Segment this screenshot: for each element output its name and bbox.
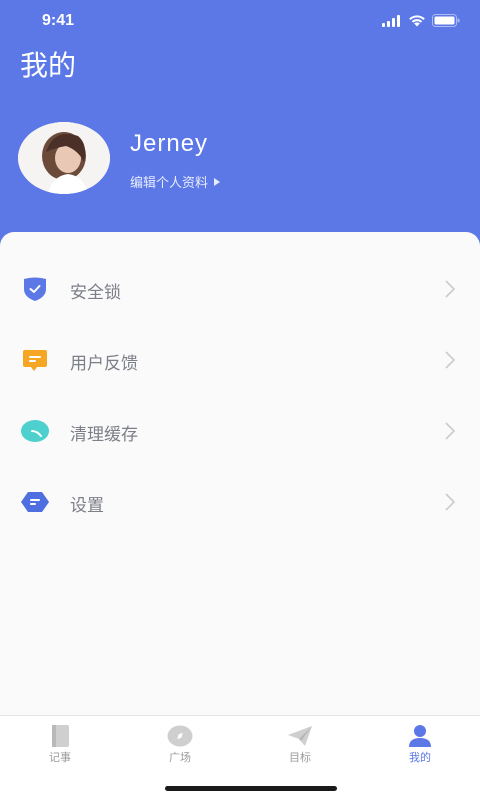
avatar[interactable] — [18, 122, 110, 194]
avatar-photo — [18, 122, 110, 194]
feedback-message-icon — [23, 350, 47, 371]
menu-item-feedback[interactable]: 用户反馈 — [0, 330, 480, 390]
clean-cache-icon — [21, 420, 49, 442]
settings-hexagon-icon — [21, 492, 49, 512]
signal-icon — [382, 14, 400, 27]
menu-item-settings[interactable]: 设置 — [0, 472, 480, 532]
profile-name: Jerney — [130, 130, 209, 157]
home-indicator — [165, 786, 337, 791]
menu-item-label: 用户反馈 — [70, 354, 138, 374]
shield-check-icon — [24, 277, 46, 301]
edit-profile-link[interactable]: 编辑个人资料 — [130, 172, 221, 191]
chevron-right-icon — [445, 493, 456, 511]
status-icons — [382, 14, 460, 27]
menu-item-label: 安全锁 — [70, 283, 121, 303]
menu-item-security-lock[interactable]: 安全锁 — [0, 259, 480, 319]
chevron-right-icon — [445, 422, 456, 440]
page-title: 我的 — [20, 49, 77, 82]
tab-goals[interactable]: 目标 — [240, 716, 360, 778]
menu-card: 安全锁 用户反馈 清理缓存 设置 — [0, 232, 480, 715]
tab-plaza[interactable]: 广场 — [120, 716, 240, 778]
menu-item-clear-cache[interactable]: 清理缓存 — [0, 401, 480, 461]
caret-right-icon — [214, 177, 221, 186]
status-bar: 9:41 — [0, 0, 480, 44]
tab-label: 广场 — [169, 751, 191, 764]
menu-item-label: 设置 — [70, 496, 104, 516]
tab-notes[interactable]: 记事 — [0, 716, 120, 778]
status-time: 9:41 — [42, 12, 75, 29]
paper-plane-icon — [288, 726, 312, 746]
tab-label: 目标 — [289, 751, 311, 764]
battery-icon — [432, 14, 460, 27]
chevron-right-icon — [445, 280, 456, 298]
tab-label: 记事 — [49, 751, 71, 764]
wifi-icon — [409, 15, 425, 27]
profile-header: Jerney 编辑个人资料 — [18, 122, 458, 194]
chevron-right-icon — [445, 351, 456, 369]
edit-profile-label: 编辑个人资料 — [130, 176, 209, 191]
compass-icon — [167, 725, 193, 747]
person-icon — [409, 725, 431, 747]
tab-label: 我的 — [409, 751, 431, 764]
notebook-icon — [52, 725, 69, 747]
tab-mine[interactable]: 我的 — [360, 716, 480, 778]
menu-item-label: 清理缓存 — [70, 425, 138, 445]
